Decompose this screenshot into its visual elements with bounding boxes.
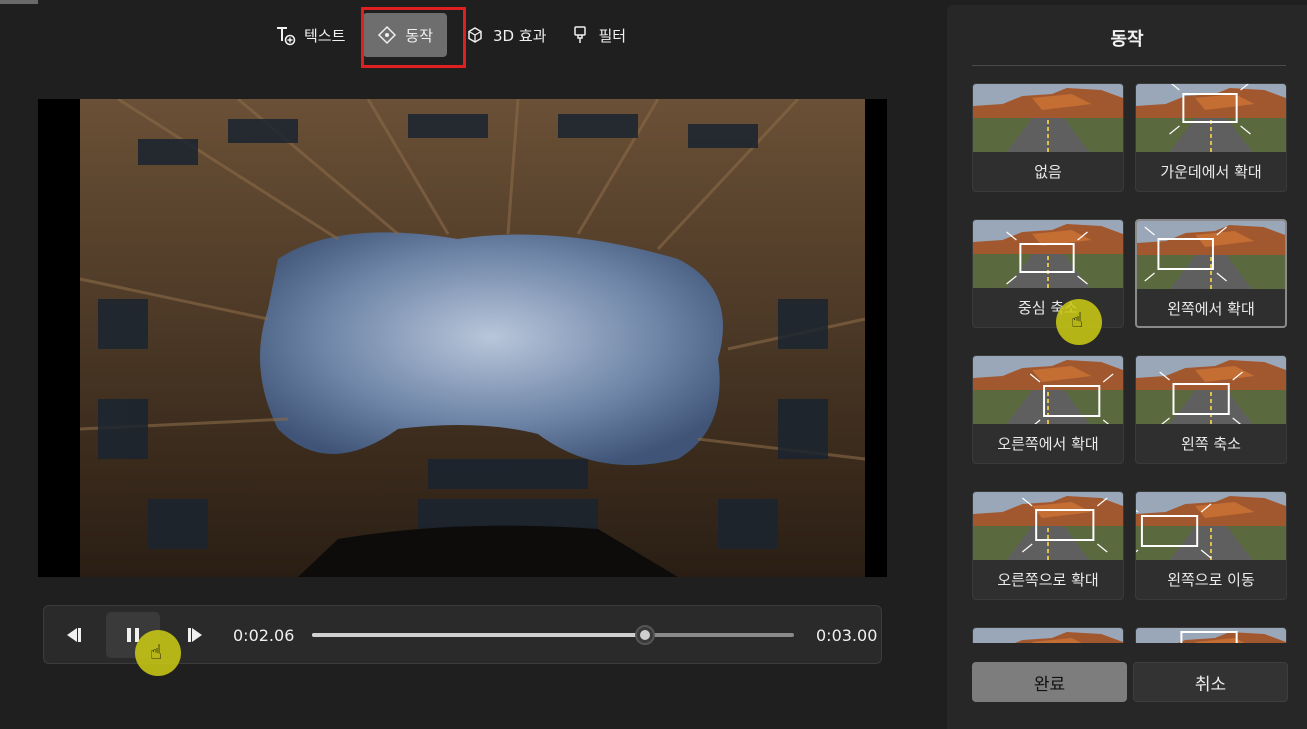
motion-option-card[interactable]: 왼쪽으로 이동	[1135, 491, 1287, 600]
motion-option-card[interactable]: 없음	[972, 83, 1124, 192]
divider	[972, 65, 1286, 66]
done-button[interactable]: 완료	[972, 662, 1127, 702]
tab-3d-effects[interactable]: 3D 효과	[453, 13, 558, 57]
none-motion-preview	[973, 84, 1123, 152]
panel-title: 동작	[1110, 29, 1144, 50]
motion-option-label: 왼쪽으로 이동	[1167, 571, 1255, 589]
motion-option-card[interactable]: 오른쪽에서 확대	[972, 355, 1124, 464]
window-accent-line	[0, 0, 38, 4]
motion-option-card[interactable]: 왼쪽에서 확대	[1135, 219, 1287, 328]
zoom-out-left-preview	[1136, 356, 1286, 424]
motion-option-label: 없음	[1034, 163, 1062, 181]
motion-option-card[interactable]: 중심 축소	[972, 219, 1124, 328]
previous-frame-button[interactable]	[52, 613, 96, 657]
next-frame-icon	[188, 628, 202, 642]
tab-filter[interactable]: 필터	[558, 13, 638, 57]
effects-toolbar: 텍스트 동작 3D 효과 필터	[262, 12, 638, 58]
motion-option-card[interactable]	[972, 627, 1124, 643]
zoom-out-center-preview	[973, 220, 1123, 288]
hand-cursor-icon: ☝	[150, 640, 163, 664]
motion-option-label: 가운데에서 확대	[1160, 163, 1262, 181]
3d-effects-icon	[468, 27, 482, 43]
motion-option-label: 왼쪽에서 확대	[1167, 300, 1255, 318]
zoom-in-right-preview	[973, 356, 1123, 424]
tab-3d-effects-label: 3D 효과	[493, 26, 547, 45]
zoom-in-center-preview	[1136, 84, 1286, 152]
zoom-in-left-preview	[1137, 221, 1285, 289]
tab-motion-label: 동작	[405, 26, 434, 45]
motion-option-card[interactable]: 오른쪽으로 확대	[972, 491, 1124, 600]
current-time: 0:02.06	[233, 626, 295, 645]
previous-frame-icon	[67, 628, 81, 642]
seek-slider[interactable]	[312, 625, 794, 645]
motion-preview	[1136, 628, 1286, 643]
zoom-in-to-right-preview	[973, 492, 1123, 560]
seek-thumb[interactable]	[634, 625, 655, 645]
motion-option-label: 오른쪽에서 확대	[997, 435, 1099, 453]
seek-progress	[312, 633, 645, 637]
motion-panel: 동작 없음 가운데에서 확대 중심 축소 왼쪽에서 확대 오른쪽에서 확대 왼쪽…	[947, 5, 1307, 729]
filter-brush-icon	[574, 26, 587, 43]
tab-text-label: 텍스트	[304, 26, 346, 45]
text-add-icon	[277, 27, 296, 46]
motion-option-label: 왼쪽 축소	[1181, 435, 1241, 453]
tab-text[interactable]: 텍스트	[262, 13, 357, 57]
motion-option-label: 오른쪽으로 확대	[997, 571, 1099, 589]
video-preview[interactable]	[38, 99, 887, 577]
motion-option-card[interactable]: 가운데에서 확대	[1135, 83, 1287, 192]
motion-icon	[378, 25, 397, 45]
motion-preview	[973, 628, 1123, 643]
video-frame-image	[38, 99, 887, 577]
tab-filter-label: 필터	[598, 26, 627, 45]
pan-left-preview	[1136, 492, 1286, 560]
motion-grid: 없음 가운데에서 확대 중심 축소 왼쪽에서 확대 오른쪽에서 확대 왼쪽 축소…	[972, 83, 1288, 643]
hand-cursor-icon: ☝	[1071, 308, 1084, 332]
cancel-button[interactable]: 취소	[1133, 662, 1288, 702]
total-time: 0:03.00	[816, 626, 878, 645]
motion-option-card[interactable]: 왼쪽 축소	[1135, 355, 1287, 464]
motion-option-card[interactable]	[1135, 627, 1287, 643]
tab-motion[interactable]: 동작	[363, 13, 448, 57]
